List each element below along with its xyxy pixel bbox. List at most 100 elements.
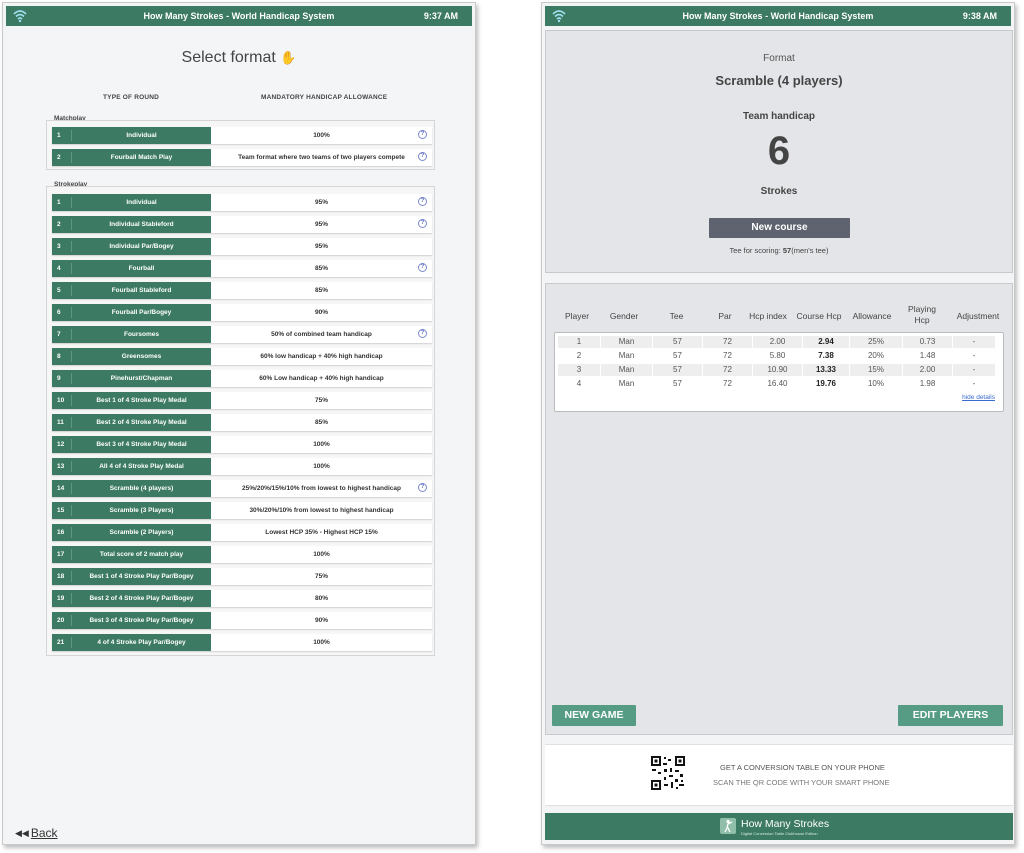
format-allowance: 90%: [314, 309, 328, 316]
format-number: 1: [52, 197, 72, 208]
format-name: Scramble (4 players): [109, 485, 174, 492]
format-name: Best 3 of 4 Stroke Play Medal: [96, 441, 187, 448]
format-row[interactable]: 4 Fourball 85%?: [52, 260, 432, 277]
format-row[interactable]: 16 Scramble (2 Players) Lowest HCP 35% - H…: [52, 524, 432, 541]
table-cell: 2.00: [753, 336, 803, 348]
players-table-panel: Player Gender Tee Par Hcp index Course Hcp All…: [545, 283, 1013, 735]
format-value: Scramble (4 players): [715, 73, 843, 88]
footer-subtitle: Digital Conversion Table Clubhouse Editi…: [741, 831, 818, 836]
format-allowance: 95%: [314, 221, 328, 228]
format-allowance: 100%: [313, 463, 330, 470]
back-link[interactable]: ◀◀ Back: [15, 826, 58, 840]
column-header-allowance: MANDATORY HANDICAP ALLOWANCE: [261, 94, 388, 101]
format-allowance: 30%/20%/10% from lowest to highest handi…: [249, 507, 394, 514]
format-number: 12: [52, 439, 72, 450]
format-row[interactable]: 7 Foursomes 50% of combined team handicap?: [52, 326, 432, 343]
format-number: 21: [52, 637, 72, 648]
format-row[interactable]: 8 Greensomes 60% low handicap + 40% high h…: [52, 348, 432, 365]
format-row[interactable]: 15 Scramble (3 Players) 30%/20%/10% from l…: [52, 502, 432, 519]
format-row[interactable]: 21 4 of 4 Stroke Play Par/Bogey 100%: [52, 634, 432, 651]
column-header: Adjustment: [956, 311, 1000, 321]
format-row[interactable]: 1 Individual 100%?: [52, 127, 432, 144]
waving-hand-icon: ✋: [280, 50, 297, 65]
format-number: 1: [52, 130, 72, 141]
format-row[interactable]: 18 Best 1 of 4 Stroke Play Par/Bogey 75%: [52, 568, 432, 585]
format-row[interactable]: 2 Individual Stableford 95%?: [52, 216, 432, 233]
format-allowance: Lowest HCP 35% - Highest HCP 15%: [265, 529, 378, 536]
tee-for-scoring: Tee for scoring: 57(men's tee): [729, 246, 829, 255]
format-allowance: 80%: [314, 595, 328, 602]
format-name: Individual Par/Bogey: [109, 243, 174, 250]
format-name: Fourball: [128, 265, 155, 272]
format-row[interactable]: 20 Best 3 of 4 Stroke Play Par/Bogey 90%: [52, 612, 432, 629]
format-summary-panel: Format Scramble (4 players) Team handica…: [545, 30, 1013, 273]
format-row[interactable]: 9 Pinehurst/Chapman 60% Low handicap + 40%…: [52, 370, 432, 387]
format-row[interactable]: 1 Individual 95%?: [52, 194, 432, 211]
format-name: Fourball Par/Bogey: [111, 309, 172, 316]
help-circle-icon[interactable]: ?: [418, 329, 427, 338]
table-cell: 72: [703, 378, 753, 390]
table-cell: 4: [558, 378, 601, 390]
format-number: 19: [52, 593, 72, 604]
app-title: How Many Strokes - World Handicap System: [682, 11, 874, 21]
new-course-button[interactable]: New course: [709, 218, 850, 238]
format-name: Individual: [126, 199, 157, 206]
format-allowance: 60% low handicap + 40% high handicap: [260, 353, 383, 360]
table-cell: Man: [601, 350, 653, 362]
format-row[interactable]: 2 Fourball Match Play Team format where tw…: [52, 149, 432, 166]
table-cell: 7.38: [803, 350, 850, 362]
help-circle-icon[interactable]: ?: [418, 483, 427, 492]
format-name: Scramble (2 Players): [109, 529, 174, 536]
format-row[interactable]: 13 All 4 of 4 Stroke Play Medal 100%: [52, 458, 432, 475]
format-allowance: 50% of combined team handicap: [271, 331, 372, 338]
format-name: Best 1 of 4 Stroke Play Par/Bogey: [89, 573, 194, 580]
table-cell: 1.48: [903, 350, 953, 362]
strokeplay-group: 1 Individual 95%? 2 Individual Stableford 95%…: [46, 186, 435, 656]
table-cell: Man: [601, 378, 653, 390]
format-name: Fourball Stableford: [111, 287, 172, 294]
format-row[interactable]: 11 Best 2 of 4 Stroke Play Medal 85%: [52, 414, 432, 431]
edit-players-button[interactable]: EDIT PLAYERS: [898, 705, 1003, 726]
help-circle-icon[interactable]: ?: [418, 197, 427, 206]
team-handicap-label: Team handicap: [742, 111, 816, 122]
table-row: 3 Man 57 72 10.90 13.33 15% 2.00-: [558, 364, 996, 376]
format-row[interactable]: 14 Scramble (4 players) 25%/20%/15%/10% fr…: [52, 480, 432, 497]
format-name: Greensomes: [121, 353, 162, 360]
format-allowance: 60% Low handicap + 40% high handicap: [259, 375, 384, 382]
format-name: Total score of 2 match play: [99, 551, 184, 558]
qr-headline: GET A CONVERSION TABLE ON YOUR PHONE: [720, 763, 885, 772]
format-number: 18: [52, 571, 72, 582]
format-row[interactable]: 19 Best 2 of 4 Stroke Play Par/Bogey 80%: [52, 590, 432, 607]
table-cell: 13.33: [803, 364, 850, 376]
format-label: Format: [763, 53, 795, 64]
format-row[interactable]: 6 Fourball Par/Bogey 90%: [52, 304, 432, 321]
qr-code-icon: [650, 755, 686, 791]
column-header: Playing Hcp: [908, 304, 936, 325]
golfer-logo-icon: [720, 818, 736, 834]
format-allowance: Team format where two teams of two playe…: [238, 154, 405, 161]
table-cell: 1.98: [903, 378, 953, 390]
format-number: 10: [52, 395, 72, 406]
help-circle-icon[interactable]: ?: [418, 130, 427, 139]
format-allowance: 85%: [314, 265, 328, 272]
app-title: How Many Strokes - World Handicap System: [143, 11, 335, 21]
help-circle-icon[interactable]: ?: [418, 263, 427, 272]
help-circle-icon[interactable]: ?: [418, 152, 427, 161]
format-row[interactable]: 5 Fourball Stableford 85%: [52, 282, 432, 299]
new-game-button[interactable]: NEW GAME: [552, 705, 636, 726]
format-number: 2: [52, 152, 72, 163]
players-table: 1 Man 57 72 2.00 2.94 25% 0.73-2 Man 57 72 5.80 7.38…: [554, 332, 1004, 412]
format-row[interactable]: 17 Total score of 2 match play 100%: [52, 546, 432, 563]
table-cell: 15%: [850, 364, 903, 376]
format-row[interactable]: 10 Best 1 of 4 Stroke Play Medal 75%: [52, 392, 432, 409]
format-row[interactable]: 3 Individual Par/Bogey 95%: [52, 238, 432, 255]
format-allowance: 100%: [313, 441, 330, 448]
hide-details-link[interactable]: hide details: [962, 394, 995, 401]
format-name: Best 3 of 4 Stroke Play Par/Bogey: [89, 617, 194, 624]
column-header: Player: [564, 311, 590, 321]
format-row[interactable]: 12 Best 3 of 4 Stroke Play Medal 100%: [52, 436, 432, 453]
format-number: 3: [52, 241, 72, 252]
format-number: 11: [52, 417, 72, 428]
help-circle-icon[interactable]: ?: [418, 219, 427, 228]
table-cell: -: [953, 350, 996, 362]
